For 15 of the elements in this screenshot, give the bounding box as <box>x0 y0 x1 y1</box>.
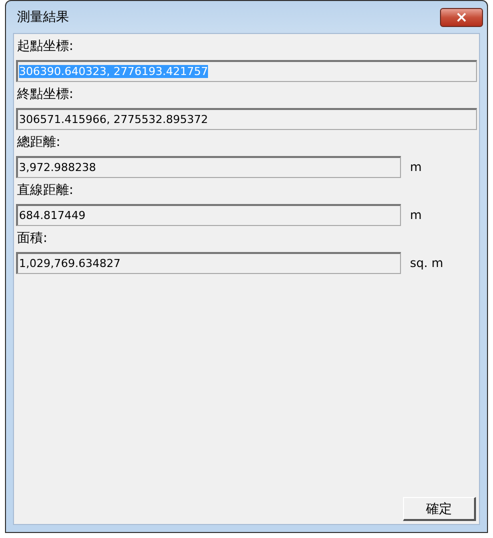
close-button[interactable]: × <box>440 8 483 26</box>
field-label: 總距離: <box>17 134 60 152</box>
ok-button[interactable]: 確定 <box>403 497 476 521</box>
window-title: 測量結果 <box>17 9 69 26</box>
value-field[interactable]: 306571.415966, 2775532.895372 <box>16 108 477 130</box>
value-field[interactable]: 3,972.988238 <box>16 156 401 178</box>
field-label: 起點坐標: <box>17 38 74 56</box>
unit-label: m <box>410 160 422 174</box>
field-label: 終點坐標: <box>17 86 74 104</box>
unit-label: m <box>410 208 422 222</box>
field-label: 面積: <box>17 230 48 248</box>
unit-label: sq. m <box>410 256 444 270</box>
field-label: 直線距離: <box>17 182 74 200</box>
value-field[interactable]: 684.817449 <box>16 204 401 226</box>
value-field[interactable]: 1,029,769.634827 <box>16 252 401 274</box>
